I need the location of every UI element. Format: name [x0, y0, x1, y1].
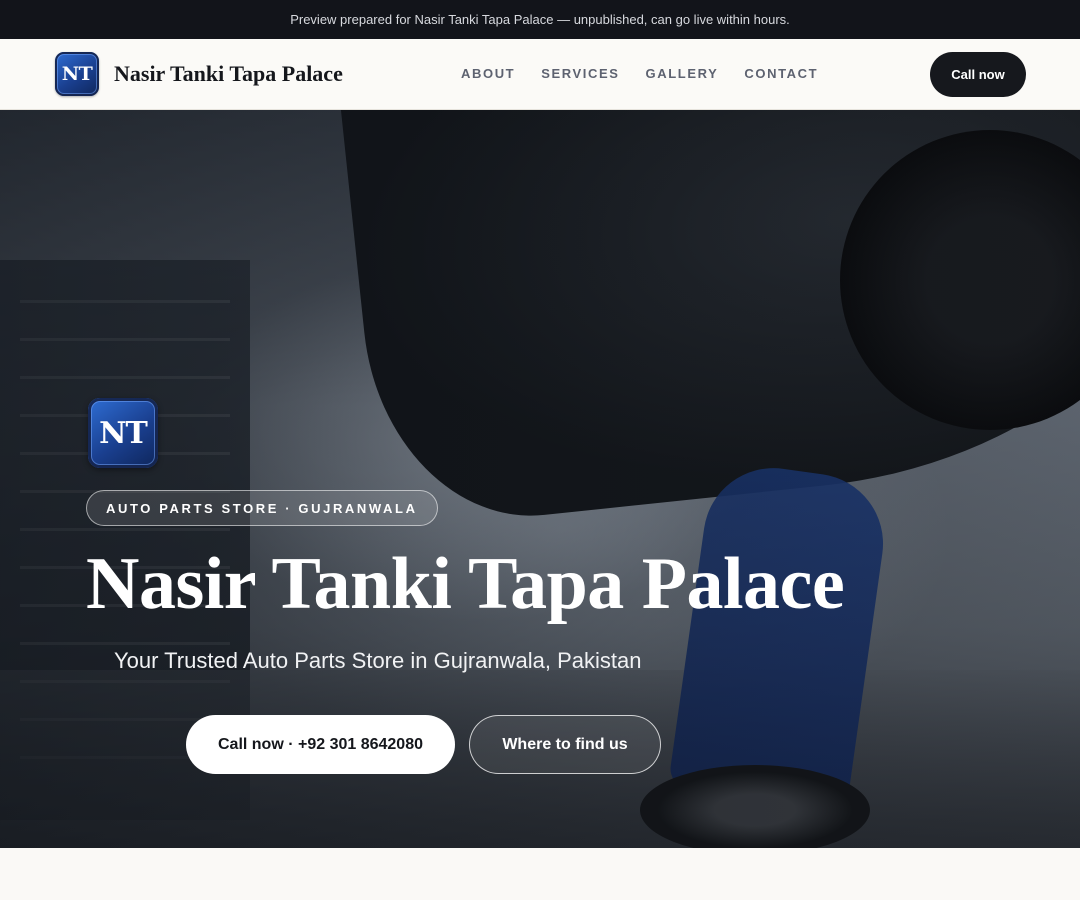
hero-call-button[interactable]: Call now · +92 301 8642080 — [186, 715, 455, 774]
hero-tagline-badge: AUTO PARTS STORE · GUJRANWALA — [86, 490, 438, 526]
hero-logo-text: NT — [99, 415, 148, 451]
main-nav: ABOUT SERVICES GALLERY CONTACT — [461, 66, 818, 81]
nav-link-services[interactable]: SERVICES — [541, 66, 619, 81]
hero-directions-button[interactable]: Where to find us — [469, 715, 661, 774]
brand-logo-icon[interactable]: NT — [55, 52, 99, 96]
site-header: NT Nasir Tanki Tapa Palace ABOUT SERVICE… — [0, 39, 1080, 110]
next-section — [0, 848, 1080, 900]
preview-banner: Preview prepared for Nasir Tanki Tapa Pa… — [0, 0, 1080, 39]
header-call-button[interactable]: Call now — [930, 52, 1026, 97]
nav-link-gallery[interactable]: GALLERY — [646, 66, 719, 81]
preview-banner-text: Preview prepared for Nasir Tanki Tapa Pa… — [290, 12, 790, 27]
hero-logo-icon: NT — [88, 398, 158, 468]
nav-link-contact[interactable]: CONTACT — [744, 66, 818, 81]
brand-name[interactable]: Nasir Tanki Tapa Palace — [114, 61, 343, 87]
hero-section: NT AUTO PARTS STORE · GUJRANWALA Nasir T… — [0, 110, 1080, 848]
hero-title: Nasir Tanki Tapa Palace — [86, 543, 845, 625]
nav-link-about[interactable]: ABOUT — [461, 66, 515, 81]
brand-logo-text: NT — [61, 63, 93, 85]
hero-subtitle: Your Trusted Auto Parts Store in Gujranw… — [114, 648, 642, 673]
